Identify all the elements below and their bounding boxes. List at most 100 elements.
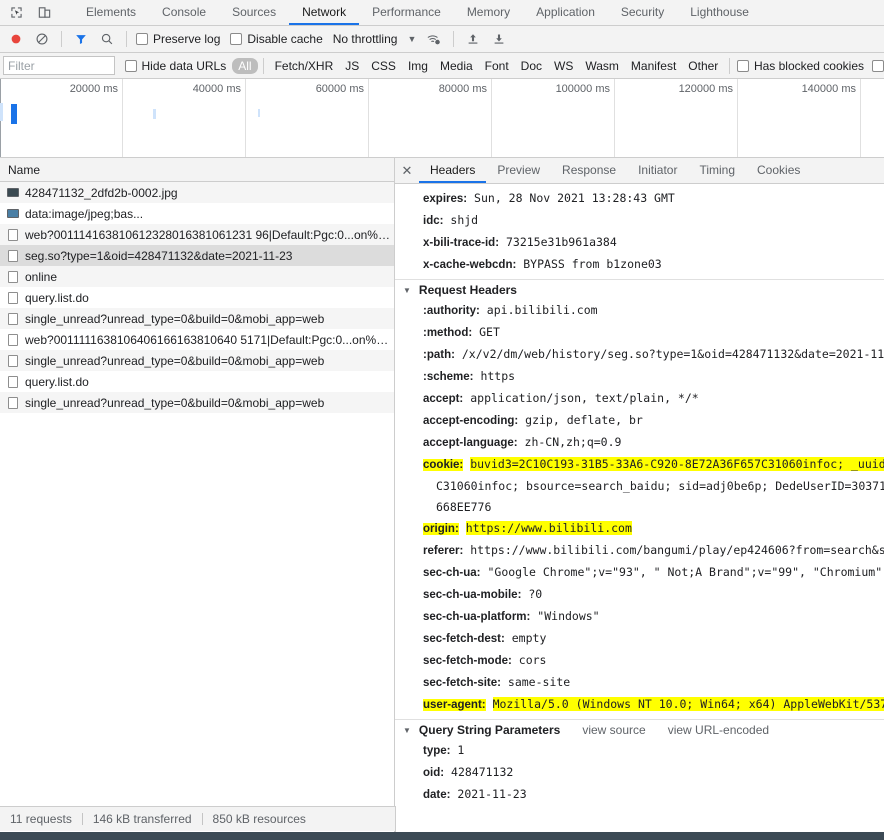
filter-type-img[interactable]: Img: [402, 58, 434, 74]
header-value: /x/v2/dm/web/history/seg.so?type=1&oid=4…: [461, 347, 884, 361]
tab-label: Lighthouse: [690, 4, 749, 19]
filter-type-other[interactable]: Other: [682, 58, 724, 74]
tab-label: Initiator: [638, 162, 678, 177]
table-row[interactable]: 428471132_2dfd2b-0002.jpg: [0, 182, 394, 203]
headers-content[interactable]: expires: Sun, 28 Nov 2021 13:28:43 GMT i…: [395, 184, 884, 840]
network-overview-timeline[interactable]: 20000 ms 40000 ms 60000 ms 80000 ms 1000…: [0, 79, 884, 158]
filter-type-ws[interactable]: WS: [548, 58, 579, 74]
overview-request-bar: [0, 103, 3, 121]
import-har-icon[interactable]: [461, 28, 485, 50]
request-name: query.list.do: [25, 374, 89, 389]
tab-initiator[interactable]: Initiator: [627, 158, 688, 183]
filter-label: JS: [345, 58, 360, 73]
tab-lighthouse[interactable]: Lighthouse: [677, 0, 762, 25]
overview-request-bar: [11, 104, 17, 124]
header-value: "Windows": [537, 609, 600, 623]
tab-performance[interactable]: Performance: [359, 0, 454, 25]
query-string-section-header[interactable]: ▼ Query String Parameters view source vi…: [395, 719, 884, 740]
request-list-header[interactable]: Name: [0, 158, 394, 182]
table-row[interactable]: query.list.do: [0, 287, 394, 308]
view-source-link[interactable]: view source: [582, 723, 645, 737]
tab-timing[interactable]: Timing: [688, 158, 746, 183]
tab-network[interactable]: Network: [289, 0, 360, 25]
filter-type-manifest[interactable]: Manifest: [625, 58, 682, 74]
header-value: https://www.bilibili.com: [465, 521, 632, 535]
toolbar-divider: [126, 31, 127, 47]
tab-cookies[interactable]: Cookies: [746, 158, 811, 183]
preserve-log-checkbox[interactable]: Preserve log: [134, 32, 226, 46]
filter-type-wasm[interactable]: Wasm: [579, 58, 625, 74]
throttling-select[interactable]: No throttling ▼: [331, 32, 417, 46]
table-row[interactable]: single_unread?unread_type=0&build=0&mobi…: [0, 308, 394, 329]
header-row: accept: application/json, text/plain, */…: [395, 388, 884, 410]
panel-tabs: Elements Console Sources Network Perform…: [73, 0, 762, 25]
close-icon[interactable]: ✕: [395, 158, 419, 183]
filter-type-js[interactable]: JS: [339, 58, 365, 74]
disable-cache-checkbox[interactable]: Disable cache: [228, 32, 328, 46]
tab-console[interactable]: Console: [149, 0, 219, 25]
filter-type-css[interactable]: CSS: [365, 58, 402, 74]
table-row[interactable]: seg.so?type=1&oid=428471132&date=2021-11…: [0, 245, 394, 266]
header-row: expires: Sun, 28 Nov 2021 13:28:43 GMT: [395, 188, 884, 210]
tab-response[interactable]: Response: [551, 158, 627, 183]
header-value: api.bilibili.com: [486, 303, 598, 317]
resources-size: 850 kB resources: [212, 812, 306, 826]
filter-input[interactable]: Filter: [3, 56, 115, 75]
clear-icon[interactable]: [30, 28, 54, 50]
tab-sources[interactable]: Sources: [219, 0, 289, 25]
hide-data-urls-label: Hide data URLs: [141, 58, 227, 73]
table-row[interactable]: single_unread?unread_type=0&build=0&mobi…: [0, 350, 394, 371]
blocked-requests-checkbox[interactable]: [870, 59, 884, 72]
tab-application[interactable]: Application: [523, 0, 608, 25]
inspect-element-icon[interactable]: [4, 2, 28, 24]
request-rows: 428471132_2dfd2b-0002.jpg data:image/jpe…: [0, 182, 394, 840]
filter-icon[interactable]: [69, 28, 93, 50]
request-name: single_unread?unread_type=0&build=0&mobi…: [25, 395, 325, 410]
filter-type-doc[interactable]: Doc: [515, 58, 548, 74]
filter-label: All: [238, 58, 252, 73]
view-url-encoded-link[interactable]: view URL-encoded: [668, 723, 769, 737]
tick-label: 80000 ms: [438, 83, 487, 95]
throttling-value: No throttling: [332, 32, 398, 46]
tab-label: Timing: [699, 162, 736, 177]
filter-type-media[interactable]: Media: [434, 58, 479, 74]
search-icon[interactable]: [95, 28, 119, 50]
tick-label: 120000 ms: [678, 83, 733, 95]
header-row-user-agent: user-agent: Mozilla/5.0 (Windows NT 10.0…: [395, 694, 884, 716]
tick-label: 20000 ms: [69, 83, 118, 95]
tab-security[interactable]: Security: [608, 0, 677, 25]
tab-preview[interactable]: Preview: [486, 158, 551, 183]
export-har-icon[interactable]: [487, 28, 511, 50]
request-name: online: [25, 269, 58, 284]
header-row: accept-language: zh-CN,zh;q=0.9: [395, 432, 884, 454]
header-value: same-site: [507, 675, 571, 689]
header-value: 73215e31b961a384: [505, 235, 617, 249]
filter-type-all[interactable]: All: [232, 57, 258, 74]
resource-type-filters: All Fetch/XHR JS CSS Img Media Font Doc …: [232, 57, 724, 74]
header-row: sec-fetch-site: same-site: [395, 672, 884, 694]
tab-label: Cookies: [757, 162, 801, 177]
network-main-area: Name 428471132_2dfd2b-0002.jpg data:imag…: [0, 158, 884, 840]
request-headers-section-header[interactable]: ▼ Request Headers: [395, 279, 884, 300]
header-row: referer: https://www.bilibili.com/bangum…: [395, 540, 884, 562]
tab-headers[interactable]: Headers: [419, 158, 487, 183]
table-row[interactable]: query.list.do: [0, 371, 394, 392]
tab-elements[interactable]: Elements: [73, 0, 149, 25]
param-value: 2021-11-23: [457, 787, 527, 801]
record-icon[interactable]: [4, 28, 28, 50]
document-icon: [6, 375, 19, 388]
toolbar-divider: [262, 57, 264, 74]
table-row[interactable]: single_unread?unread_type=0&build=0&mobi…: [0, 392, 394, 413]
table-row[interactable]: data:image/jpeg;bas...: [0, 203, 394, 224]
device-toolbar-icon[interactable]: [32, 2, 56, 24]
hide-data-urls-checkbox[interactable]: Hide data URLs: [123, 59, 233, 73]
tab-memory[interactable]: Memory: [454, 0, 523, 25]
toolbar-divider: [453, 31, 455, 47]
table-row[interactable]: online: [0, 266, 394, 287]
table-row[interactable]: web?0011111638106406166163810640 5171|De…: [0, 329, 394, 350]
filter-type-font[interactable]: Font: [479, 58, 515, 74]
table-row[interactable]: web?001114163810612328016381061231 96|De…: [0, 224, 394, 245]
wifi-settings-icon[interactable]: [422, 28, 446, 50]
filter-type-fetch-xhr[interactable]: Fetch/XHR: [269, 58, 340, 74]
has-blocked-cookies-checkbox[interactable]: Has blocked cookies: [735, 59, 870, 73]
